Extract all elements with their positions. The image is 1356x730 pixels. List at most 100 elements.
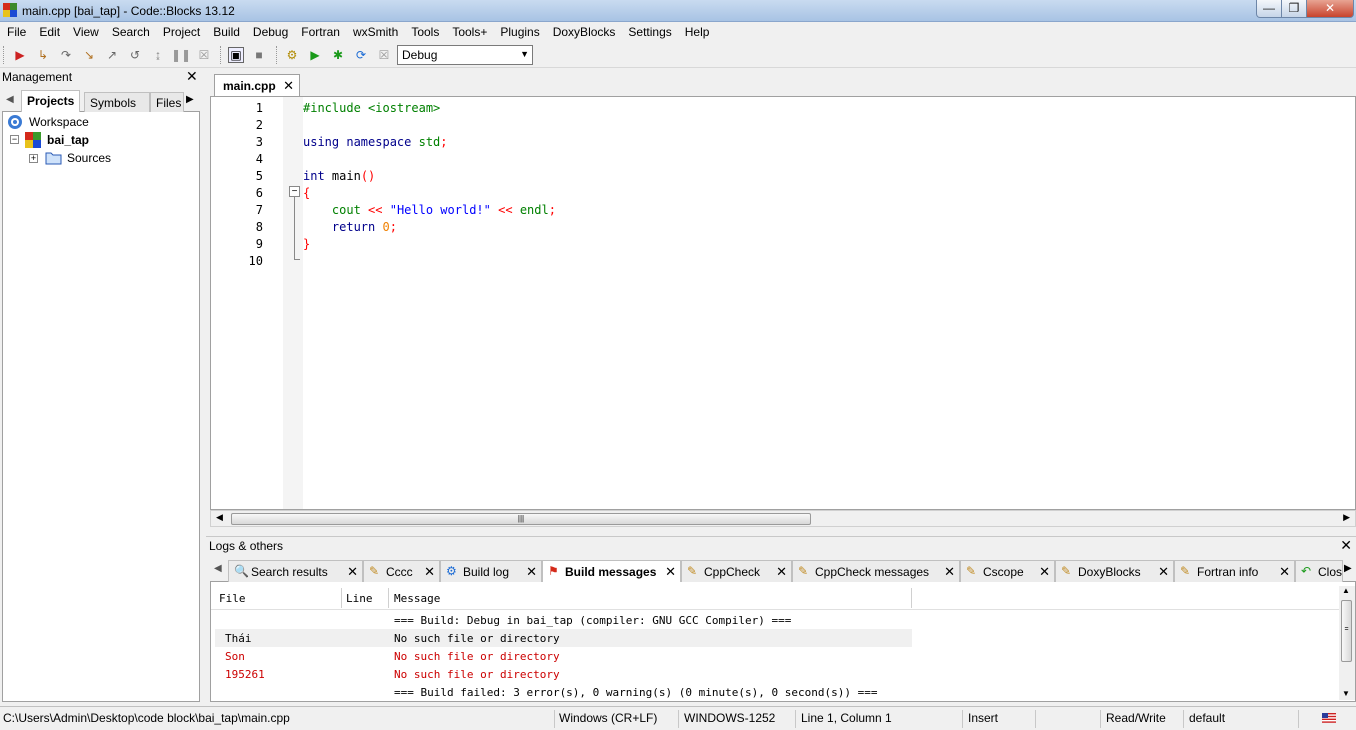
- column-divider[interactable]: [911, 588, 912, 608]
- tab-build-messages[interactable]: ⚑ Build messages ✕: [542, 560, 681, 582]
- build-icon[interactable]: ⚙: [284, 47, 300, 63]
- close-icon[interactable]: ✕: [347, 564, 358, 580]
- close-icon[interactable]: ✕: [186, 68, 198, 85]
- chevron-left-icon[interactable]: ◀: [6, 94, 14, 105]
- minimize-button[interactable]: —: [1256, 0, 1282, 18]
- next-instruction-icon[interactable]: ↺: [127, 47, 143, 63]
- tab-cppcheck[interactable]: ✎ CppCheck ✕: [681, 560, 792, 582]
- status-divider: [1100, 710, 1101, 728]
- tab-symbols[interactable]: Symbols: [84, 92, 150, 112]
- maximize-button[interactable]: ❐: [1281, 0, 1307, 18]
- vertical-scrollbar[interactable]: ▲ = ▼: [1339, 586, 1355, 700]
- close-icon[interactable]: ✕: [283, 78, 294, 94]
- tab-closed-files[interactable]: ↶ Clos: [1295, 560, 1343, 582]
- various-info-icon[interactable]: ■: [251, 47, 267, 63]
- line-number: 1: [255, 101, 263, 115]
- column-header-line[interactable]: Line: [346, 592, 373, 605]
- toolbar-grip[interactable]: [276, 46, 279, 64]
- scrollbar-thumb[interactable]: |||: [231, 513, 811, 525]
- tab-cscope[interactable]: ✎ Cscope ✕: [960, 560, 1055, 582]
- run-icon[interactable]: ▶: [307, 47, 323, 63]
- rebuild-icon[interactable]: ⟳: [353, 47, 369, 63]
- column-divider[interactable]: [388, 588, 389, 608]
- collapse-icon[interactable]: −: [10, 135, 19, 144]
- log-row[interactable]: Thái No such file or directory: [215, 629, 912, 647]
- menu-search[interactable]: Search: [105, 22, 156, 42]
- toolbar-grip[interactable]: [220, 46, 223, 64]
- menu-plugins[interactable]: Plugins: [493, 22, 545, 42]
- abort-icon[interactable]: ☒: [376, 47, 392, 63]
- log-row[interactable]: 195261 No such file or directory: [215, 665, 912, 683]
- menu-view[interactable]: View: [66, 22, 105, 42]
- column-header-message[interactable]: Message: [394, 592, 440, 605]
- code-editor[interactable]: 1 2 3 4 5 6 7 8 9 10 − #include <iostrea…: [210, 96, 1356, 510]
- close-icon[interactable]: ✕: [424, 564, 435, 580]
- debug-windows-icon[interactable]: ▣: [228, 47, 244, 63]
- menu-tools[interactable]: Tools: [404, 22, 445, 42]
- menu-wxsmith[interactable]: wxSmith: [346, 22, 404, 42]
- fold-toggle-icon[interactable]: −: [289, 186, 300, 197]
- tab-build-log[interactable]: ⚙ Build log ✕: [440, 560, 542, 582]
- scroll-left-icon[interactable]: ◀: [216, 512, 223, 523]
- close-icon[interactable]: ✕: [1340, 537, 1352, 554]
- search-icon: 🔍: [234, 564, 249, 578]
- chevron-left-icon[interactable]: ◀: [214, 563, 222, 574]
- run-to-cursor-icon[interactable]: ↳: [35, 47, 51, 63]
- pause-icon[interactable]: ❚❚: [171, 47, 191, 63]
- chevron-down-icon: ▼: [520, 49, 529, 59]
- expand-icon[interactable]: +: [29, 154, 38, 163]
- menu-project[interactable]: Project: [156, 22, 206, 42]
- column-header-file[interactable]: File: [219, 592, 246, 605]
- scroll-down-icon[interactable]: ▼: [1342, 689, 1350, 698]
- build-target-select[interactable]: Debug ▼: [397, 45, 533, 65]
- close-icon[interactable]: ✕: [526, 564, 537, 580]
- menu-tools-plus[interactable]: Tools+: [445, 22, 493, 42]
- tab-doxyblocks[interactable]: ✎ DoxyBlocks ✕: [1055, 560, 1174, 582]
- scroll-right-icon[interactable]: ▶: [1343, 512, 1350, 523]
- toolbar-grip[interactable]: [3, 46, 6, 64]
- close-icon[interactable]: ✕: [1279, 564, 1290, 580]
- menu-debug[interactable]: Debug: [246, 22, 294, 42]
- menu-file[interactable]: File: [0, 22, 32, 42]
- scrollbar-thumb[interactable]: =: [1341, 600, 1352, 662]
- close-icon[interactable]: ✕: [1158, 564, 1169, 580]
- menu-edit[interactable]: Edit: [32, 22, 66, 42]
- next-line-icon[interactable]: ↷: [58, 47, 74, 63]
- horizontal-scrollbar[interactable]: ◀ ||| ▶: [210, 510, 1356, 527]
- status-divider: [1183, 710, 1184, 728]
- menu-settings[interactable]: Settings: [621, 22, 677, 42]
- menu-doxyblocks[interactable]: DoxyBlocks: [546, 22, 622, 42]
- debug-continue-icon[interactable]: ▶: [12, 47, 28, 63]
- tab-projects[interactable]: Projects: [21, 90, 81, 113]
- tab-fortran-info[interactable]: ✎ Fortran info ✕: [1174, 560, 1295, 582]
- tab-main-cpp[interactable]: main.cpp ✕: [214, 74, 300, 96]
- menu-build[interactable]: Build: [206, 22, 246, 42]
- management-tabs: ◀ Projects Symbols Files ▶: [2, 90, 200, 113]
- close-icon[interactable]: ✕: [776, 564, 787, 580]
- close-icon[interactable]: ✕: [1039, 564, 1050, 580]
- close-icon[interactable]: ✕: [665, 564, 676, 580]
- chevron-right-icon[interactable]: ▶: [1344, 563, 1352, 574]
- tab-cppcheck-messages[interactable]: ✎ CppCheck messages ✕: [792, 560, 960, 582]
- log-row[interactable]: Son No such file or directory: [215, 647, 912, 665]
- stop-debug-icon[interactable]: ☒: [196, 47, 212, 63]
- menu-help[interactable]: Help: [678, 22, 716, 42]
- build-messages-list[interactable]: File Line Message === Build: Debug in ba…: [210, 582, 1356, 702]
- workspace-icon: [8, 115, 22, 129]
- tab-search-results[interactable]: 🔍 Search results ✕: [228, 560, 363, 582]
- menu-fortran[interactable]: Fortran: [294, 22, 346, 42]
- tab-files[interactable]: Files: [150, 92, 184, 112]
- build-and-run-icon[interactable]: ✱: [330, 47, 346, 63]
- tab-cccc[interactable]: ✎ Cccc ✕: [363, 560, 440, 582]
- code-area[interactable]: #include <iostream> using namespace std;…: [303, 97, 1355, 509]
- chevron-right-icon[interactable]: ▶: [186, 94, 194, 105]
- step-out-icon[interactable]: ↗: [104, 47, 120, 63]
- log-row[interactable]: === Build failed: 3 error(s), 0 warning(…: [215, 683, 912, 701]
- step-into-instruction-icon[interactable]: ↨: [150, 47, 166, 63]
- column-divider[interactable]: [341, 588, 342, 608]
- scroll-up-icon[interactable]: ▲: [1342, 586, 1350, 595]
- close-window-button[interactable]: ✕: [1306, 0, 1354, 18]
- log-row[interactable]: === Build: Debug in bai_tap (compiler: G…: [215, 611, 912, 629]
- step-into-icon[interactable]: ↘: [81, 47, 97, 63]
- close-icon[interactable]: ✕: [944, 564, 955, 580]
